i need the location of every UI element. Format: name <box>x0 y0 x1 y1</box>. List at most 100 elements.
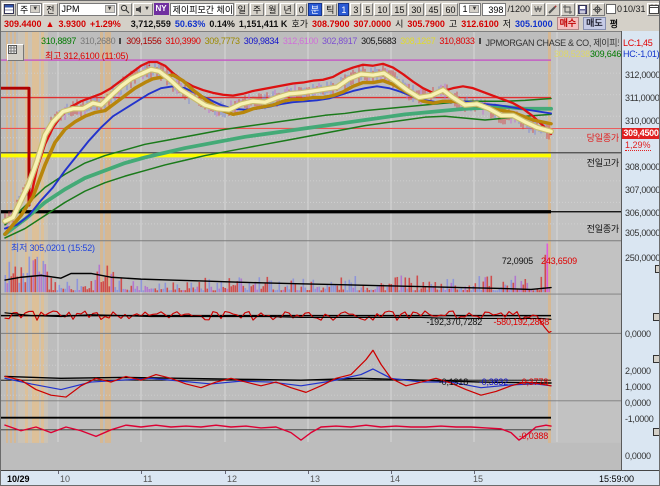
legend-value: 310,8897 <box>41 36 76 49</box>
legend-value: 310,8033 <box>439 36 474 49</box>
pane-menu-icon[interactable] <box>653 428 660 436</box>
chevron-down-icon: ▼ <box>469 5 479 13</box>
period-day-button[interactable]: 일 <box>235 3 249 16</box>
check-0-label: 0 <box>617 4 622 14</box>
bar-total-label: /1200 <box>507 4 530 14</box>
toolbar-row-2: 309.4400 ▲ 3.9300 +1.29% 3,712,559 50.63… <box>1 16 660 31</box>
minute-15-button[interactable]: 15 <box>391 3 407 16</box>
current-price-box: 309,4500 <box>622 128 660 139</box>
overlay-checkbox[interactable] <box>606 4 616 14</box>
price-tick: 311,0000 <box>625 93 659 103</box>
hour-tick: 13 <box>310 474 320 484</box>
trading-chart-window: 주▼ 전 JPM▼ ▼ NY 제이피모간 체이 일 주 월 년 0 분 틱 1 … <box>0 0 660 486</box>
buy-button[interactable]: 매수 <box>557 17 580 30</box>
ratio2-value: 0.14% <box>209 19 235 29</box>
prev-button[interactable]: 전 <box>43 3 57 16</box>
custom-minute-select[interactable]: 1▼ <box>459 3 481 16</box>
period-year-button[interactable]: 년 <box>280 3 294 16</box>
high-price: 312.6100 <box>461 19 499 29</box>
pane-menu-icon[interactable] <box>655 265 660 273</box>
legend-value: 310,3990 <box>165 36 200 49</box>
volume-axis-tick: 250,0000 <box>625 253 660 263</box>
symbol-select[interactable]: JPM▼ <box>59 3 117 16</box>
price-tick: 308,0000 <box>625 162 660 172</box>
hoga-label: 호가 <box>291 17 308 30</box>
sell-button[interactable]: 매도 <box>583 17 606 30</box>
chevron-down-icon: ▼ <box>30 5 40 13</box>
crop-tool-icon[interactable] <box>561 3 575 16</box>
won-tool-icon[interactable]: ₩ <box>531 3 545 16</box>
volume-value: 3,712,559 <box>131 19 171 29</box>
chart-menu-icon[interactable] <box>7 44 24 61</box>
indicator-legend: 310,8897 310,2680 309,1556 310,3990 309,… <box>41 36 619 49</box>
legend-swatch <box>119 38 121 44</box>
legend-value: 308,1267 <box>400 36 435 49</box>
minute-30-button[interactable]: 30 <box>408 3 424 16</box>
price-tick: 307,0000 <box>625 185 660 195</box>
period-month-button[interactable]: 월 <box>265 3 279 16</box>
hour-tick: 14 <box>390 474 400 484</box>
period-week-button[interactable]: 주 <box>250 3 264 16</box>
minute-60-button[interactable]: 60 <box>442 3 458 16</box>
ask-price: 308.7900 <box>312 19 350 29</box>
minute-3-button[interactable]: 3 <box>350 3 361 16</box>
hour-tick: 10 <box>60 474 70 484</box>
mode-minute-button[interactable]: 분 <box>308 3 322 16</box>
symbol-name-input[interactable]: 제이피모간 체이 <box>170 3 234 16</box>
hour-tick: 11 <box>143 474 152 484</box>
speaker-icon[interactable]: ▼ <box>133 3 153 16</box>
end-time-label: 15:59:00 <box>599 474 634 484</box>
save-icon[interactable] <box>576 3 590 16</box>
pane3-axis-tick: 1,0000 <box>625 382 651 392</box>
toolbar-row-1: 주▼ 전 JPM▼ ▼ NY 제이피모간 체이 일 주 월 년 0 분 틱 1 … <box>1 1 660 16</box>
price-change-pct: +1.29% <box>90 19 121 29</box>
calendar-icon[interactable] <box>647 3 660 16</box>
mode-tick-button[interactable]: 틱 <box>323 3 337 16</box>
current-price-pct: 1,29% <box>625 140 651 151</box>
window-icon[interactable] <box>2 3 16 16</box>
minute-45-button[interactable]: 45 <box>425 3 441 16</box>
up-arrow-icon: ▲ <box>46 19 55 29</box>
time-axis[interactable]: 10/29 10 11 12 13 14 15 15:59:00 <box>1 470 660 486</box>
session-stripe <box>548 32 551 443</box>
pane-menu-icon[interactable] <box>653 355 660 363</box>
search-icon[interactable] <box>118 3 132 16</box>
legend-swatch <box>479 38 481 44</box>
open-label: 시 <box>395 17 403 30</box>
price-axis-column[interactable]: LC:1,45 HC:-1,01) 312,0000 311,0000 310,… <box>621 31 660 470</box>
period-0-button[interactable]: 0 <box>296 3 307 16</box>
chart-type-select[interactable]: 주▼ <box>17 3 42 16</box>
legend-value: 309,9834 <box>244 36 279 49</box>
bar-count-input[interactable]: 398 <box>482 3 506 16</box>
hc-value: HC:-1,01) <box>623 49 659 59</box>
draw-tool-icon[interactable] <box>546 3 560 16</box>
pane2-axis-tick: 0,0000 <box>625 329 651 339</box>
pane3-axis-tick: -1,0000 <box>625 414 653 424</box>
price-tick: 312,0000 <box>625 70 660 80</box>
legend-value: 305,5683 <box>361 36 396 49</box>
legend-value: 309,7773 <box>205 36 240 49</box>
pane4-axis-tick: 0,0000 <box>625 451 651 461</box>
avg-button[interactable]: 평 <box>610 17 618 30</box>
legend-value: 309,1556 <box>126 36 161 49</box>
no-data-area <box>551 32 621 443</box>
bid-price: 307.0000 <box>354 19 392 29</box>
traded-value: 1,151,411 K <box>239 19 288 29</box>
pane-menu-icon[interactable] <box>653 313 660 321</box>
minute-1-button[interactable]: 1 <box>338 3 349 16</box>
minute-10-button[interactable]: 10 <box>374 3 390 16</box>
symbol-full-name: JPMORGAN CHASE & CO, 제이피모간 체이스 <box>486 36 619 49</box>
pane3-axis-tick: 0,0000 <box>625 398 651 408</box>
exchange-badge: NY <box>154 3 169 15</box>
chart-region[interactable]: 310,8897 310,2680 309,1556 310,3990 309,… <box>1 31 621 470</box>
minute-5-button[interactable]: 5 <box>362 3 373 16</box>
hour-tick: 12 <box>227 474 237 484</box>
gear-icon[interactable] <box>591 3 605 16</box>
chart-canvas[interactable] <box>1 32 621 470</box>
date-tick: 10/29 <box>7 474 30 484</box>
price-change: 3.9300 <box>58 19 86 29</box>
session-stripe <box>14 32 16 443</box>
legend-value: 302,8917 <box>322 36 357 49</box>
last-price: 309.4400 <box>4 19 42 29</box>
session-stripe <box>10 32 12 443</box>
